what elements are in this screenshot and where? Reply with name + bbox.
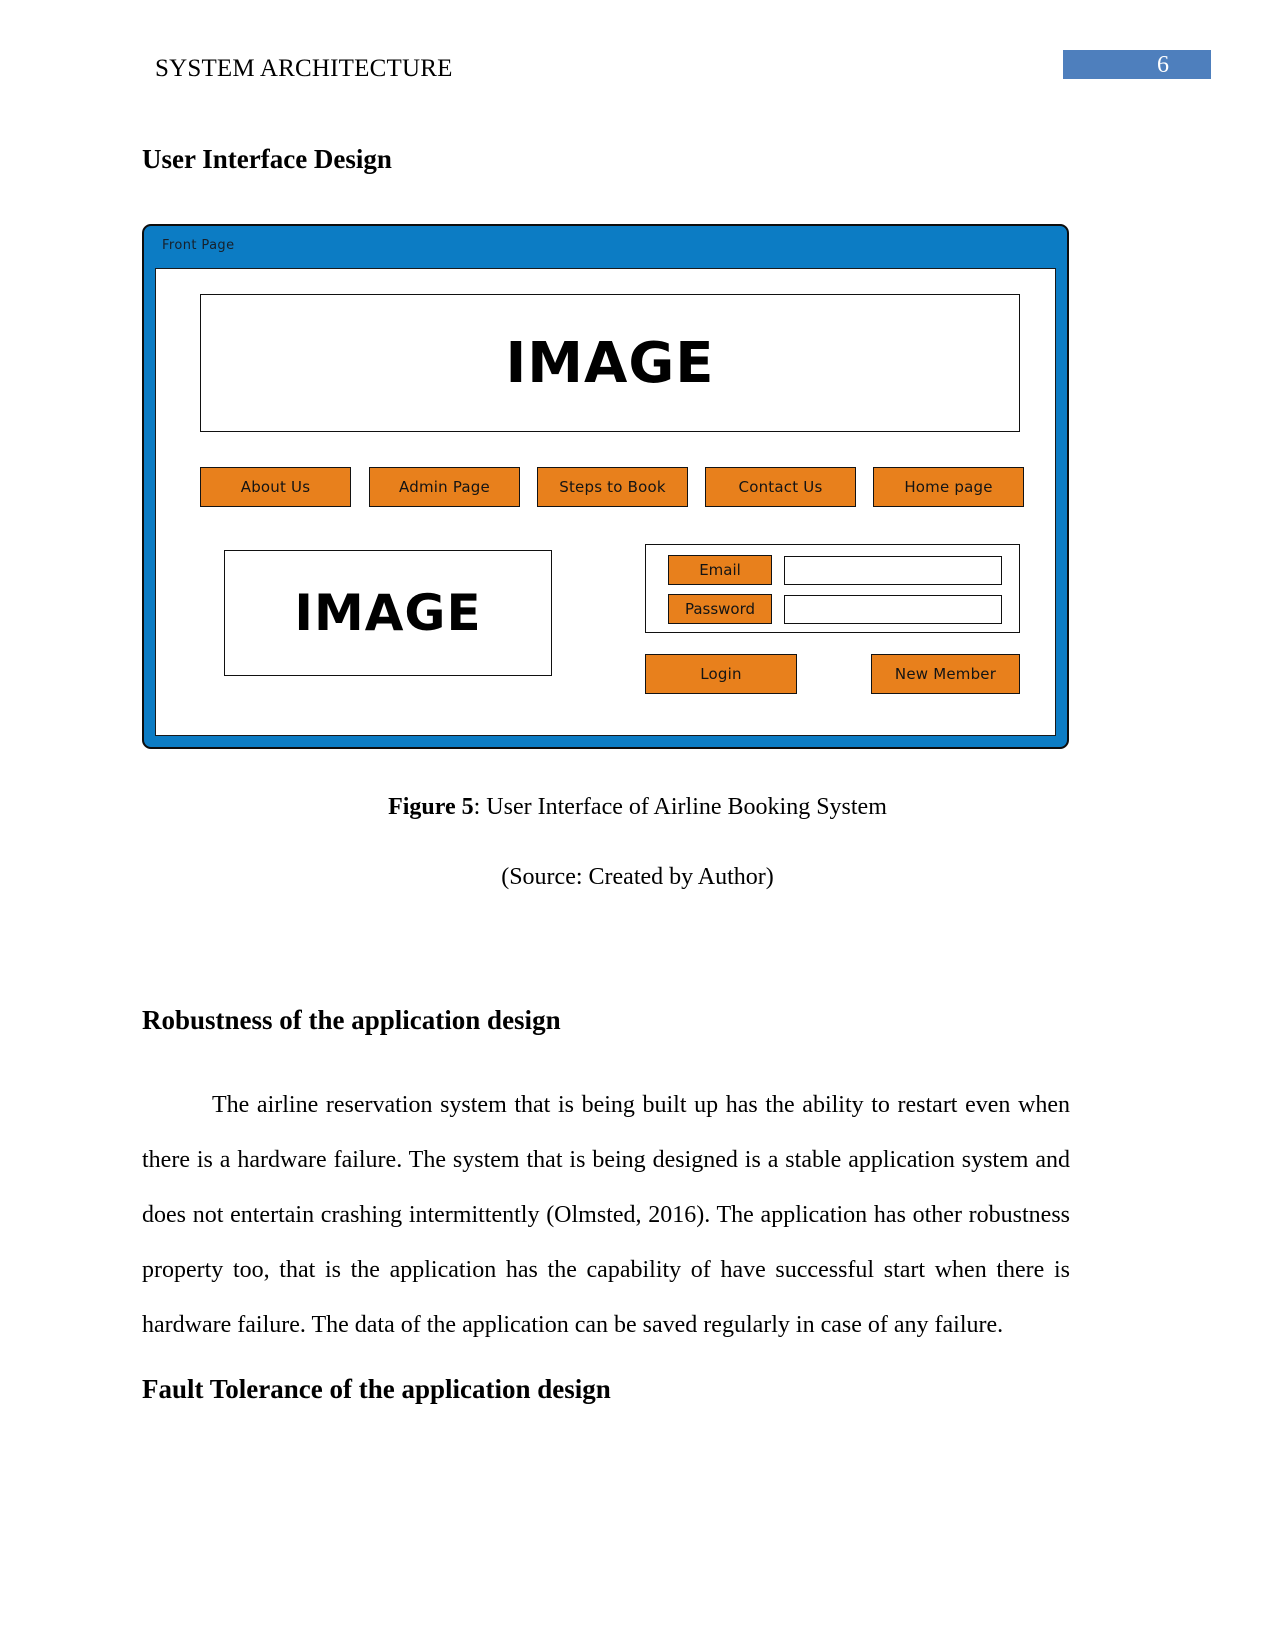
mockup-window-title: Front Page bbox=[162, 238, 235, 253]
nav-button-about-us[interactable]: About Us bbox=[200, 467, 351, 507]
login-button[interactable]: Login bbox=[645, 654, 797, 694]
nav-button-steps-to-book[interactable]: Steps to Book bbox=[537, 467, 688, 507]
banner-image-placeholder: IMAGE bbox=[200, 294, 1020, 432]
banner-image-label: IMAGE bbox=[505, 330, 715, 396]
secondary-image-label: IMAGE bbox=[294, 584, 482, 642]
nav-button-home-page[interactable]: Home page bbox=[873, 467, 1024, 507]
nav-button-contact-us[interactable]: Contact Us bbox=[705, 467, 856, 507]
ui-mockup-window: Front Page IMAGE About Us Admin Page Ste… bbox=[142, 224, 1069, 749]
password-input[interactable] bbox=[784, 595, 1002, 624]
email-label: Email bbox=[668, 555, 772, 585]
email-input[interactable] bbox=[784, 556, 1002, 585]
figure-caption-label: Figure 5 bbox=[388, 794, 474, 820]
robustness-paragraph: The airline reservation system that is b… bbox=[142, 1092, 1070, 1338]
page-header: SYSTEM ARCHITECTURE 6 bbox=[0, 50, 1275, 92]
figure-source-caption: (Source: Created by Author) bbox=[501, 864, 774, 890]
heading-user-interface-design: User Interface Design bbox=[142, 144, 392, 174]
figure-caption-text: : User Interface of Airline Booking Syst… bbox=[473, 794, 887, 820]
secondary-image-placeholder: IMAGE bbox=[224, 550, 552, 676]
running-head-title: SYSTEM ARCHITECTURE bbox=[155, 55, 453, 82]
mockup-titlebar: Front Page bbox=[144, 226, 1067, 268]
nav-button-admin-page[interactable]: Admin Page bbox=[369, 467, 520, 507]
login-panel: Email Password bbox=[645, 544, 1020, 633]
heading-fault-tolerance: Fault Tolerance of the application desig… bbox=[142, 1374, 611, 1404]
mockup-canvas: IMAGE About Us Admin Page Steps to Book … bbox=[155, 268, 1056, 736]
page-number: 6 bbox=[1157, 52, 1169, 78]
password-label: Password bbox=[668, 594, 772, 624]
figure-caption: Figure 5: User Interface of Airline Book… bbox=[0, 791, 1275, 823]
new-member-button[interactable]: New Member bbox=[871, 654, 1020, 694]
page-number-badge: 6 bbox=[1063, 50, 1211, 79]
mockup-nav-bar: About Us Admin Page Steps to Book Contac… bbox=[200, 467, 1024, 507]
heading-robustness: Robustness of the application design bbox=[142, 1005, 561, 1035]
